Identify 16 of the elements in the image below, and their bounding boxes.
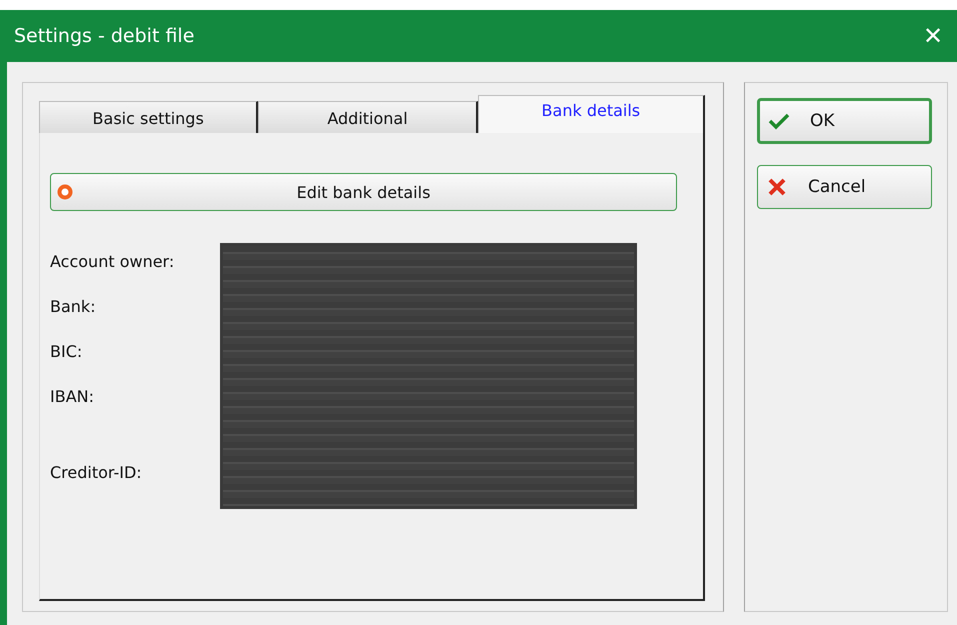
cancel-button[interactable]: Cancel xyxy=(757,165,932,209)
field-label: Bank: xyxy=(50,297,97,318)
x-icon xyxy=(766,177,788,197)
tab[interactable]: Bank details xyxy=(478,95,705,133)
field-label: IBAN: xyxy=(50,387,95,408)
close-button[interactable]: ✕ xyxy=(919,22,947,50)
ok-button[interactable]: OK xyxy=(757,98,932,144)
edit-bank-details-button[interactable]: Edit bank details xyxy=(50,173,677,211)
field-label: Creditor-ID: xyxy=(50,463,143,484)
tab[interactable]: Basic settings xyxy=(39,101,258,133)
field-label: Account owner: xyxy=(50,252,176,273)
ring-icon xyxy=(57,184,73,200)
field-label: BIC: xyxy=(50,342,84,363)
checkmark-icon xyxy=(768,111,790,131)
tab[interactable]: Additional xyxy=(258,101,478,133)
window-title: Settings - debit file xyxy=(14,25,194,47)
